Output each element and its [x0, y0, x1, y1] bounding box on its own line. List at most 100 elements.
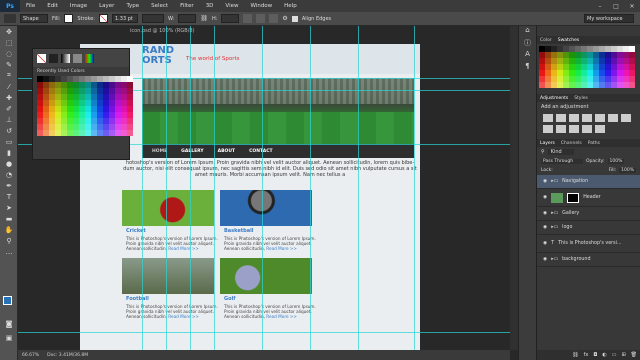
history-icon[interactable]: ⌂ [519, 26, 536, 38]
color-picker-icon[interactable] [85, 53, 94, 63]
read-more-link[interactable]: Read More >> [168, 314, 199, 319]
path-ops-icon[interactable] [243, 14, 253, 23]
crop-tool-icon[interactable]: ⌗ [0, 70, 18, 81]
stroke-width-field[interactable]: 1.33 pt [112, 14, 138, 23]
healing-tool-icon[interactable]: ✚ [0, 92, 18, 103]
maximize-button[interactable]: □ [608, 0, 624, 12]
lasso-tool-icon[interactable]: ◌ [0, 48, 18, 59]
guide-line[interactable] [190, 26, 191, 350]
type-tool-icon[interactable]: T [0, 191, 18, 202]
menu-file[interactable]: File [20, 3, 41, 9]
layer-header[interactable]: ◉ Header [537, 189, 640, 207]
close-button[interactable]: ✕ [624, 0, 640, 12]
layer-kind-select[interactable]: Kind [547, 149, 574, 155]
layer-background[interactable]: ◉ ▸▭ background [537, 253, 640, 267]
more-tools-icon[interactable]: … [0, 246, 18, 257]
foreground-color-swatch[interactable] [3, 296, 12, 305]
menu-3d[interactable]: 3D [200, 3, 220, 9]
tab-channels[interactable]: Channels [561, 141, 582, 146]
quick-mask-icon[interactable]: ◙ [0, 318, 18, 329]
height-field[interactable] [221, 14, 240, 23]
menu-help[interactable]: Help [278, 3, 303, 9]
minimize-button[interactable]: – [592, 0, 608, 12]
new-layer-icon[interactable]: ⊞ [621, 352, 625, 358]
eye-icon[interactable]: ◉ [543, 179, 547, 184]
guide-line[interactable] [18, 332, 510, 333]
zoom-level[interactable]: 66.67% [22, 353, 39, 358]
trash-icon[interactable]: 🗑 [631, 352, 637, 358]
shape-tool-icon[interactable] [4, 14, 16, 23]
vertical-scrollbar[interactable] [510, 26, 518, 350]
guide-line[interactable] [142, 26, 143, 350]
invert-icon[interactable] [582, 125, 592, 133]
move-tool-icon[interactable]: ✥ [0, 26, 18, 37]
menu-select[interactable]: Select [145, 3, 174, 9]
tab-swatches[interactable]: Swatches [558, 38, 580, 43]
align-icon[interactable] [256, 14, 266, 23]
pattern-icon[interactable] [73, 53, 82, 63]
tab-layers[interactable]: Layers [540, 141, 555, 146]
menu-layer[interactable]: Layer [93, 3, 120, 9]
guide-line[interactable] [262, 26, 263, 350]
channel-mixer-icon[interactable] [569, 125, 579, 133]
paragraph-icon[interactable]: ¶ [519, 62, 536, 74]
levels-icon[interactable] [556, 114, 566, 122]
menu-image[interactable]: Image [64, 3, 93, 9]
clone-stamp-tool-icon[interactable]: ⊥ [0, 114, 18, 125]
shape-tool-icon[interactable]: ▬ [0, 213, 18, 224]
nav-about[interactable]: ABOUT [218, 149, 235, 154]
read-more-link[interactable]: Read More >> [168, 246, 199, 251]
eraser-tool-icon[interactable]: ▭ [0, 136, 18, 147]
menu-type[interactable]: Type [120, 3, 145, 9]
no-color-swatch-icon[interactable] [37, 53, 46, 63]
add-mask-icon[interactable]: ◘ [593, 352, 597, 358]
gear-icon[interactable]: ⚙ [282, 15, 287, 22]
stroke-type-select[interactable] [142, 14, 164, 23]
link-icon[interactable]: ⛓ [200, 15, 208, 22]
shape-mode-select[interactable]: Shape [20, 14, 48, 23]
read-more-link[interactable]: Read More >> [266, 314, 297, 319]
guide-line[interactable] [214, 26, 215, 350]
align-edges-checkbox[interactable] [291, 15, 298, 22]
posterize-icon[interactable] [595, 125, 605, 133]
layer-logo[interactable]: ◉ ▸▭ logo [537, 221, 640, 235]
pen-tool-icon[interactable]: ✒ [0, 180, 18, 191]
guide-line[interactable] [310, 26, 311, 350]
stroke-swatch[interactable] [99, 14, 108, 23]
brush-tool-icon[interactable]: ✐ [0, 103, 18, 114]
gradient-icon[interactable] [61, 53, 70, 63]
hand-tool-icon[interactable]: ✋ [0, 224, 18, 235]
new-group-icon[interactable]: ▭ [612, 352, 617, 358]
new-adjustment-icon[interactable]: ◐ [602, 352, 606, 358]
menu-window[interactable]: Window [244, 3, 278, 9]
menu-edit[interactable]: Edit [41, 3, 64, 9]
fx-icon[interactable]: fx [584, 352, 589, 358]
fill-swatch[interactable] [64, 14, 74, 23]
read-more-link[interactable]: Read More >> [266, 246, 297, 251]
eye-icon[interactable]: ◉ [543, 257, 547, 262]
blend-mode-select[interactable]: Pass Through [541, 159, 583, 164]
marquee-tool-icon[interactable]: ⬚ [0, 37, 18, 48]
hue-saturation-icon[interactable] [608, 114, 618, 122]
opacity-field[interactable]: 100% [607, 159, 625, 164]
workspace-select[interactable]: My workspace [584, 14, 634, 23]
path-select-tool-icon[interactable]: ➤ [0, 202, 18, 213]
tab-color[interactable]: Color [540, 38, 552, 43]
layer-gallery[interactable]: ◉ ▸▭ Gallery [537, 207, 640, 221]
vibrance-icon[interactable] [595, 114, 605, 122]
menu-filter[interactable]: Filter [174, 3, 200, 9]
nav-contact[interactable]: CONTACT [249, 149, 272, 154]
guide-line[interactable] [166, 26, 167, 350]
layer-navigation[interactable]: ◉ ▸▭ Navigation [537, 175, 640, 189]
color-balance-icon[interactable] [621, 114, 631, 122]
zoom-tool-icon[interactable]: ⚲ [0, 235, 18, 246]
guide-line[interactable] [414, 26, 415, 350]
black-white-icon[interactable] [543, 125, 553, 133]
link-layers-icon[interactable]: ⛓ [572, 352, 578, 358]
exposure-icon[interactable] [582, 114, 592, 122]
eyedropper-tool-icon[interactable]: ⁄ [0, 81, 18, 92]
photo-filter-icon[interactable] [556, 125, 566, 133]
color-swatch[interactable] [127, 130, 133, 136]
swatch-grid[interactable] [33, 76, 133, 136]
swatches-panel-grid[interactable] [537, 44, 640, 90]
